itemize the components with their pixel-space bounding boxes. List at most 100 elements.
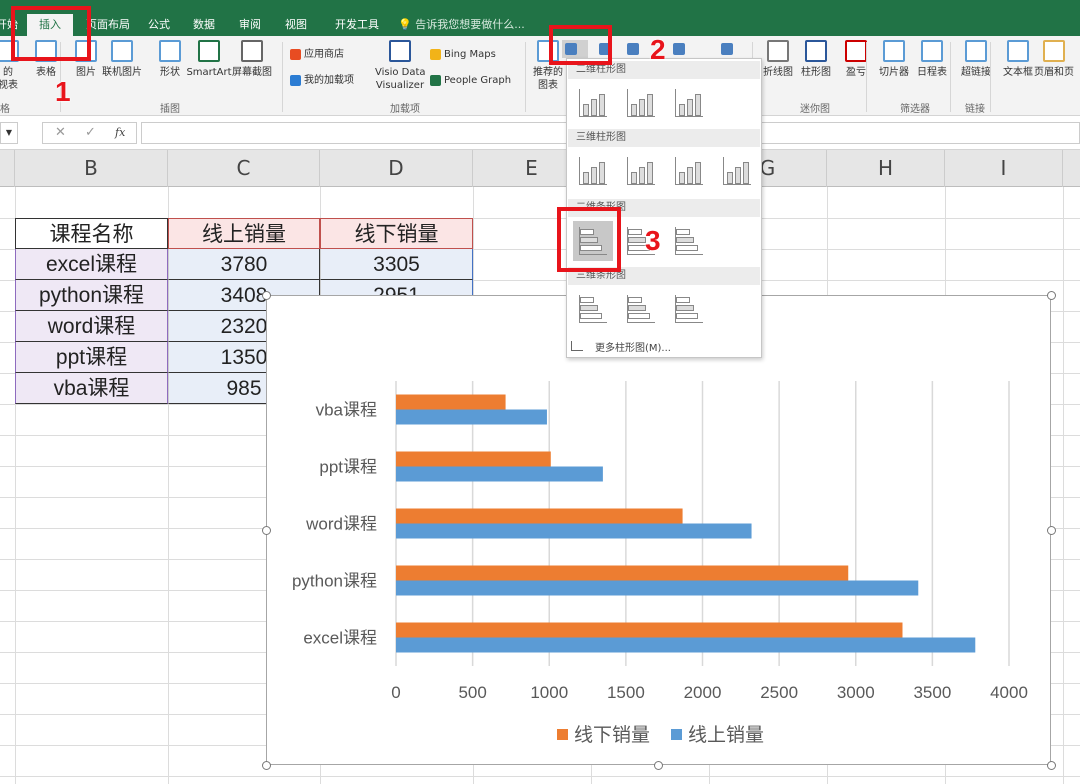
legend-entry[interactable]: 线上销量 xyxy=(688,724,764,746)
map-chart-button[interactable] xyxy=(718,40,744,58)
column-header-C[interactable]: C xyxy=(168,150,320,187)
combo-chart-icon xyxy=(673,43,685,55)
button-label: 柱形图 xyxy=(801,67,831,78)
slicer-button[interactable]: 切片器 xyxy=(874,40,914,79)
chart-icon xyxy=(571,341,583,351)
column-chart-option[interactable] xyxy=(669,83,709,123)
column-chart-option[interactable] xyxy=(621,83,661,123)
bar-offline[interactable] xyxy=(396,565,849,581)
group-label-filters: 筛选器 xyxy=(900,104,930,115)
tab-7[interactable]: 开发工具 xyxy=(322,14,392,36)
step-label-2: 2 xyxy=(650,34,666,65)
button-label: 推荐的 图表 xyxy=(533,67,563,91)
cancel-icon[interactable]: ✕ xyxy=(55,123,66,143)
combo-chart-button[interactable] xyxy=(670,40,696,58)
screenshot-button[interactable]: 屏幕截图 xyxy=(232,40,272,79)
bar-online[interactable] xyxy=(396,409,547,425)
bar-chart[interactable]: 0 500 1000 1500 2000 2500 3000 3500 4000 excel课程 p… xyxy=(266,295,1051,765)
resize-handle[interactable] xyxy=(262,291,271,300)
column-header-B[interactable]: B xyxy=(15,150,168,187)
line-chart-icon xyxy=(627,43,639,55)
tab-5[interactable]: 审阅 xyxy=(230,14,270,36)
header-button[interactable]: 页眉和页 xyxy=(1034,40,1074,79)
textbox-button[interactable]: 文本框 xyxy=(998,40,1038,79)
legend-entry[interactable]: 线下销量 xyxy=(574,724,650,746)
line-chart-button[interactable] xyxy=(624,40,650,58)
table-header[interactable]: 线上销量 xyxy=(168,218,320,249)
enter-icon[interactable]: ✓ xyxy=(85,123,96,143)
line-spark-button[interactable]: 折线图 xyxy=(758,40,798,79)
table-cell[interactable]: 3305 xyxy=(320,249,473,280)
smartart-icon xyxy=(198,40,220,62)
bar-online[interactable] xyxy=(396,637,976,653)
bar-offline[interactable] xyxy=(396,394,506,410)
chart-type-icon xyxy=(627,89,655,117)
people-button[interactable]: People Graph xyxy=(430,74,511,87)
icon-bar xyxy=(687,99,693,116)
my-addins-button[interactable]: 我的加载项 xyxy=(290,74,354,87)
column-spark-button[interactable]: 柱形图 xyxy=(796,40,836,79)
name-box-dropdown[interactable]: ▼ xyxy=(0,122,18,144)
winloss-button[interactable]: 盈亏 xyxy=(836,40,876,79)
button-label: 切片器 xyxy=(879,67,909,78)
bar-chart-option[interactable] xyxy=(669,221,709,261)
resize-handle[interactable] xyxy=(654,761,663,770)
resize-handle[interactable] xyxy=(1047,291,1056,300)
legend-swatch xyxy=(671,729,682,740)
resize-handle[interactable] xyxy=(1047,526,1056,535)
slicer-icon xyxy=(883,40,905,62)
resize-handle[interactable] xyxy=(262,761,271,770)
icon-bar xyxy=(695,162,701,184)
column-chart-option[interactable] xyxy=(717,151,757,191)
smartart-button[interactable]: SmartArt xyxy=(184,40,234,79)
bing-button[interactable]: Bing Maps xyxy=(430,48,496,61)
table-header[interactable]: 线下销量 xyxy=(320,218,473,249)
bar-online[interactable] xyxy=(396,523,752,539)
resize-handle[interactable] xyxy=(262,526,271,535)
button-label: 我的加载项 xyxy=(304,75,354,86)
group-divider xyxy=(866,42,867,112)
online-picture-button[interactable]: 联机图片 xyxy=(102,40,142,79)
tab-6[interactable]: 视图 xyxy=(276,14,316,36)
table-cell[interactable]: vba课程 xyxy=(15,373,168,404)
bar-chart-option[interactable] xyxy=(621,289,661,329)
bar-online[interactable] xyxy=(396,466,603,482)
table-cell[interactable]: python课程 xyxy=(15,280,168,311)
fx-icon[interactable]: fx xyxy=(115,123,125,143)
tell-me-search[interactable]: 💡 告诉我您想要做什么... xyxy=(398,14,525,36)
timeline-button[interactable]: 日程表 xyxy=(912,40,952,79)
more-column-charts[interactable]: 更多柱形图(M)... xyxy=(571,339,671,354)
column-chart-option[interactable] xyxy=(573,83,613,123)
column-chart-option[interactable] xyxy=(573,151,613,191)
column-header-D[interactable]: D xyxy=(320,150,473,187)
bar-offline[interactable] xyxy=(396,508,683,524)
bar-online[interactable] xyxy=(396,580,919,596)
table-cell[interactable]: 3780 xyxy=(168,249,320,280)
bar-offline[interactable] xyxy=(396,622,903,638)
table-header[interactable]: 课程名称 xyxy=(15,218,168,249)
tab-3[interactable]: 公式 xyxy=(140,14,178,36)
group-label-tables: 格 xyxy=(0,104,10,115)
tab-4[interactable]: 数据 xyxy=(184,14,224,36)
bar-offline[interactable] xyxy=(396,451,551,467)
icon-bar xyxy=(583,172,589,184)
bar-chart-option[interactable] xyxy=(669,289,709,329)
column-header-I[interactable]: I xyxy=(945,150,1063,187)
table-cell[interactable]: ppt课程 xyxy=(15,342,168,373)
column-header-H[interactable]: H xyxy=(827,150,945,187)
bar-chart-option[interactable] xyxy=(573,289,613,329)
map-chart-icon xyxy=(721,43,733,55)
table-cell[interactable]: excel课程 xyxy=(15,249,168,280)
store-button[interactable]: 应用商店 xyxy=(290,48,344,61)
column-chart-option[interactable] xyxy=(621,151,661,191)
column-header-A[interactable]: A xyxy=(0,150,15,187)
icon-bar xyxy=(580,297,594,303)
icon-bar xyxy=(639,167,645,184)
column-chart-option[interactable] xyxy=(669,151,709,191)
table-cell[interactable]: word课程 xyxy=(15,311,168,342)
resize-handle[interactable] xyxy=(1047,761,1056,770)
group-divider xyxy=(990,42,991,112)
x-tick-label: 2000 xyxy=(684,683,722,702)
y-tick-label: python课程 xyxy=(292,572,377,591)
visio-button[interactable]: Visio Data Visualizer xyxy=(375,40,426,92)
